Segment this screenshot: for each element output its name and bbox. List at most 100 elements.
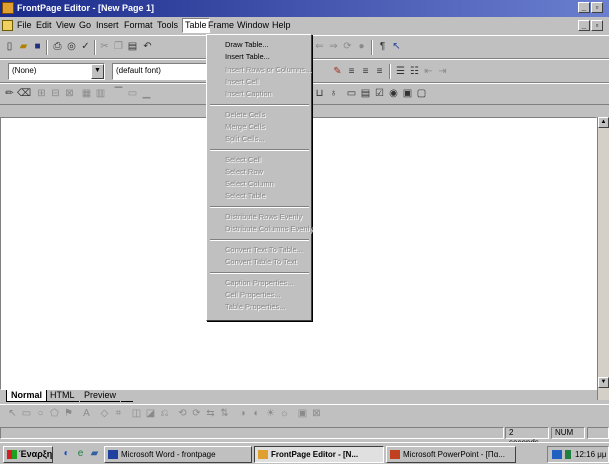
menu-view[interactable]: View [56,20,75,30]
flip-vertical-icon[interactable]: ⇅ [218,408,231,420]
increase-indent-icon[interactable]: ⇥ [436,66,449,78]
menu-file[interactable]: File [17,20,32,30]
menu-insert[interactable]: Insert [96,20,119,30]
task-frontpage[interactable]: FrontPage Editor - [N... [254,446,384,463]
checkbox-icon[interactable]: ☑ [373,88,386,100]
restore-icon[interactable]: ⎌ [158,408,171,420]
scroll-up-icon[interactable]: ▲ [598,117,609,128]
quicklaunch-ie-icon[interactable]: e [74,448,87,460]
decrease-indent-icon[interactable]: ⇤ [422,66,435,78]
insert-rows-icon[interactable]: ⊞ [35,88,48,100]
back-icon[interactable]: ⇐ [313,41,326,53]
less-contrast-icon[interactable]: ◐ [250,408,263,420]
menu-convert-table-to-text[interactable]: Convert Table To Text [225,257,297,267]
start-button[interactable]: Έναρξη [3,446,53,463]
forward-icon[interactable]: ⇒ [327,41,340,53]
menu-table-properties[interactable]: Table Properties... [225,302,285,312]
menu-merge-cells[interactable]: Merge Cells [225,122,265,132]
menu-go[interactable]: Go [79,20,91,30]
menu-edit[interactable]: Edit [36,20,52,30]
washout-icon[interactable]: ◫ [130,408,143,420]
menu-split-cells[interactable]: Split Cells... [225,134,265,144]
align-right-icon[interactable]: ≡ [373,66,386,78]
print-preview-icon[interactable]: ◎ [65,41,78,53]
help-pointer-icon[interactable]: ↖ [390,41,403,53]
task-powerpoint[interactable]: Microsoft PowerPoint - [Πα... [386,446,516,463]
more-brightness-icon[interactable]: ☀ [264,408,277,420]
menu-insert-table[interactable]: Insert Table... [225,52,270,62]
menu-draw-table[interactable]: Draw Table... [225,40,269,50]
scroll-down-icon[interactable]: ▼ [598,377,609,388]
align-left-icon[interactable]: ≡ [345,66,358,78]
select-icon[interactable]: ↖ [6,408,19,420]
menu-select-cell[interactable]: Select Cell [225,155,261,165]
align-bottom-icon[interactable]: ▁ [140,88,153,100]
menu-insert-caption[interactable]: Insert Caption [225,89,272,99]
align-center-icon[interactable]: ≡ [359,66,372,78]
quicklaunch-explorer-icon[interactable]: ◐ [60,448,73,460]
menu-distribute-rows[interactable]: Distribute Rows Evenly [225,212,302,222]
tab-html[interactable]: HTML [46,390,79,402]
radio-button-icon[interactable]: ◉ [387,88,400,100]
new-page-icon[interactable]: ▯ [3,41,16,53]
tab-normal[interactable]: Normal [6,390,48,402]
circle-icon[interactable]: ○ [34,408,47,420]
chevron-down-icon[interactable]: ▼ [91,64,104,79]
less-brightness-icon[interactable]: ☼ [278,408,291,420]
paste-icon[interactable]: ▤ [126,41,139,53]
menu-select-table[interactable]: Select Table [225,191,266,201]
merge-cells-icon[interactable]: ▦ [80,88,93,100]
clock[interactable]: 12:16 μμ [575,447,606,462]
eraser-icon[interactable]: ⌫ [17,88,31,100]
menu-distribute-columns[interactable]: Distribute Columns Evenly [225,224,313,234]
open-icon[interactable]: ▰ [17,41,30,53]
push-button-icon[interactable]: ▢ [415,88,428,100]
minimize-button[interactable]: _ [578,2,590,13]
black-white-icon[interactable]: ◪ [144,408,157,420]
tray-volume-icon[interactable] [565,450,571,459]
copy-icon[interactable]: ❐ [112,41,125,53]
menu-help[interactable]: Help [272,20,291,30]
tray-network-icon[interactable] [552,450,562,459]
doc-minimize-button[interactable]: _ [578,20,590,31]
text-color-icon[interactable]: ✎ [331,66,344,78]
style-dropdown[interactable]: (None) ▼ [8,63,105,80]
tab-preview[interactable]: Preview [80,390,121,402]
menu-table[interactable]: Table [182,18,210,33]
menu-format[interactable]: Format [124,20,153,30]
refresh-icon[interactable]: ⟳ [341,41,354,53]
numbered-list-icon[interactable]: ☰ [394,66,407,78]
menu-frame[interactable]: Frame [208,20,234,30]
polygon-icon[interactable]: ⬠ [48,408,61,420]
resample-icon[interactable]: ⊠ [310,408,323,420]
quicklaunch-desktop-icon[interactable]: ▰ [88,448,101,460]
undo-icon[interactable]: ↶ [141,41,154,53]
doc-restore-button[interactable]: ▫ [591,20,603,31]
document-icon[interactable] [2,20,13,31]
spelling-icon[interactable]: ✓ [79,41,92,53]
delete-cells-icon[interactable]: ⊠ [63,88,76,100]
scrolling-textbox-icon[interactable]: ▤ [359,88,372,100]
font-dropdown[interactable]: (default font) [112,63,207,80]
insert-columns-icon[interactable]: ⊟ [49,88,62,100]
form-field-icon[interactable]: ⊔ [313,88,326,100]
align-middle-icon[interactable]: ▭ [126,88,139,100]
make-transparent-icon[interactable]: ◇ [98,408,111,420]
highlight-hotspots-icon[interactable]: ⚑ [62,408,75,420]
crop-icon[interactable]: ⌗ [112,408,125,420]
print-icon[interactable]: ⎙ [51,41,64,53]
align-top-icon[interactable]: ▔ [112,88,125,100]
menu-select-column[interactable]: Select Column [225,179,274,189]
text-icon[interactable]: A [80,408,93,420]
menu-convert-text-to-table[interactable]: Convert Text To Table... [225,245,303,255]
show-paragraphs-icon[interactable]: ¶ [376,41,389,53]
menu-delete-cells[interactable]: Delete Cells [225,110,265,120]
image-map-icon[interactable]: ♁ [327,88,340,100]
flip-horizontal-icon[interactable]: ⇆ [204,408,217,420]
save-icon[interactable]: ■ [31,41,44,53]
textbox-icon[interactable]: ▭ [345,88,358,100]
menu-cell-properties[interactable]: Cell Properties... [225,290,280,300]
split-cells-icon[interactable]: ▥ [94,88,107,100]
stop-icon[interactable]: ● [355,41,368,53]
rectangle-icon[interactable]: ▭ [20,408,33,420]
